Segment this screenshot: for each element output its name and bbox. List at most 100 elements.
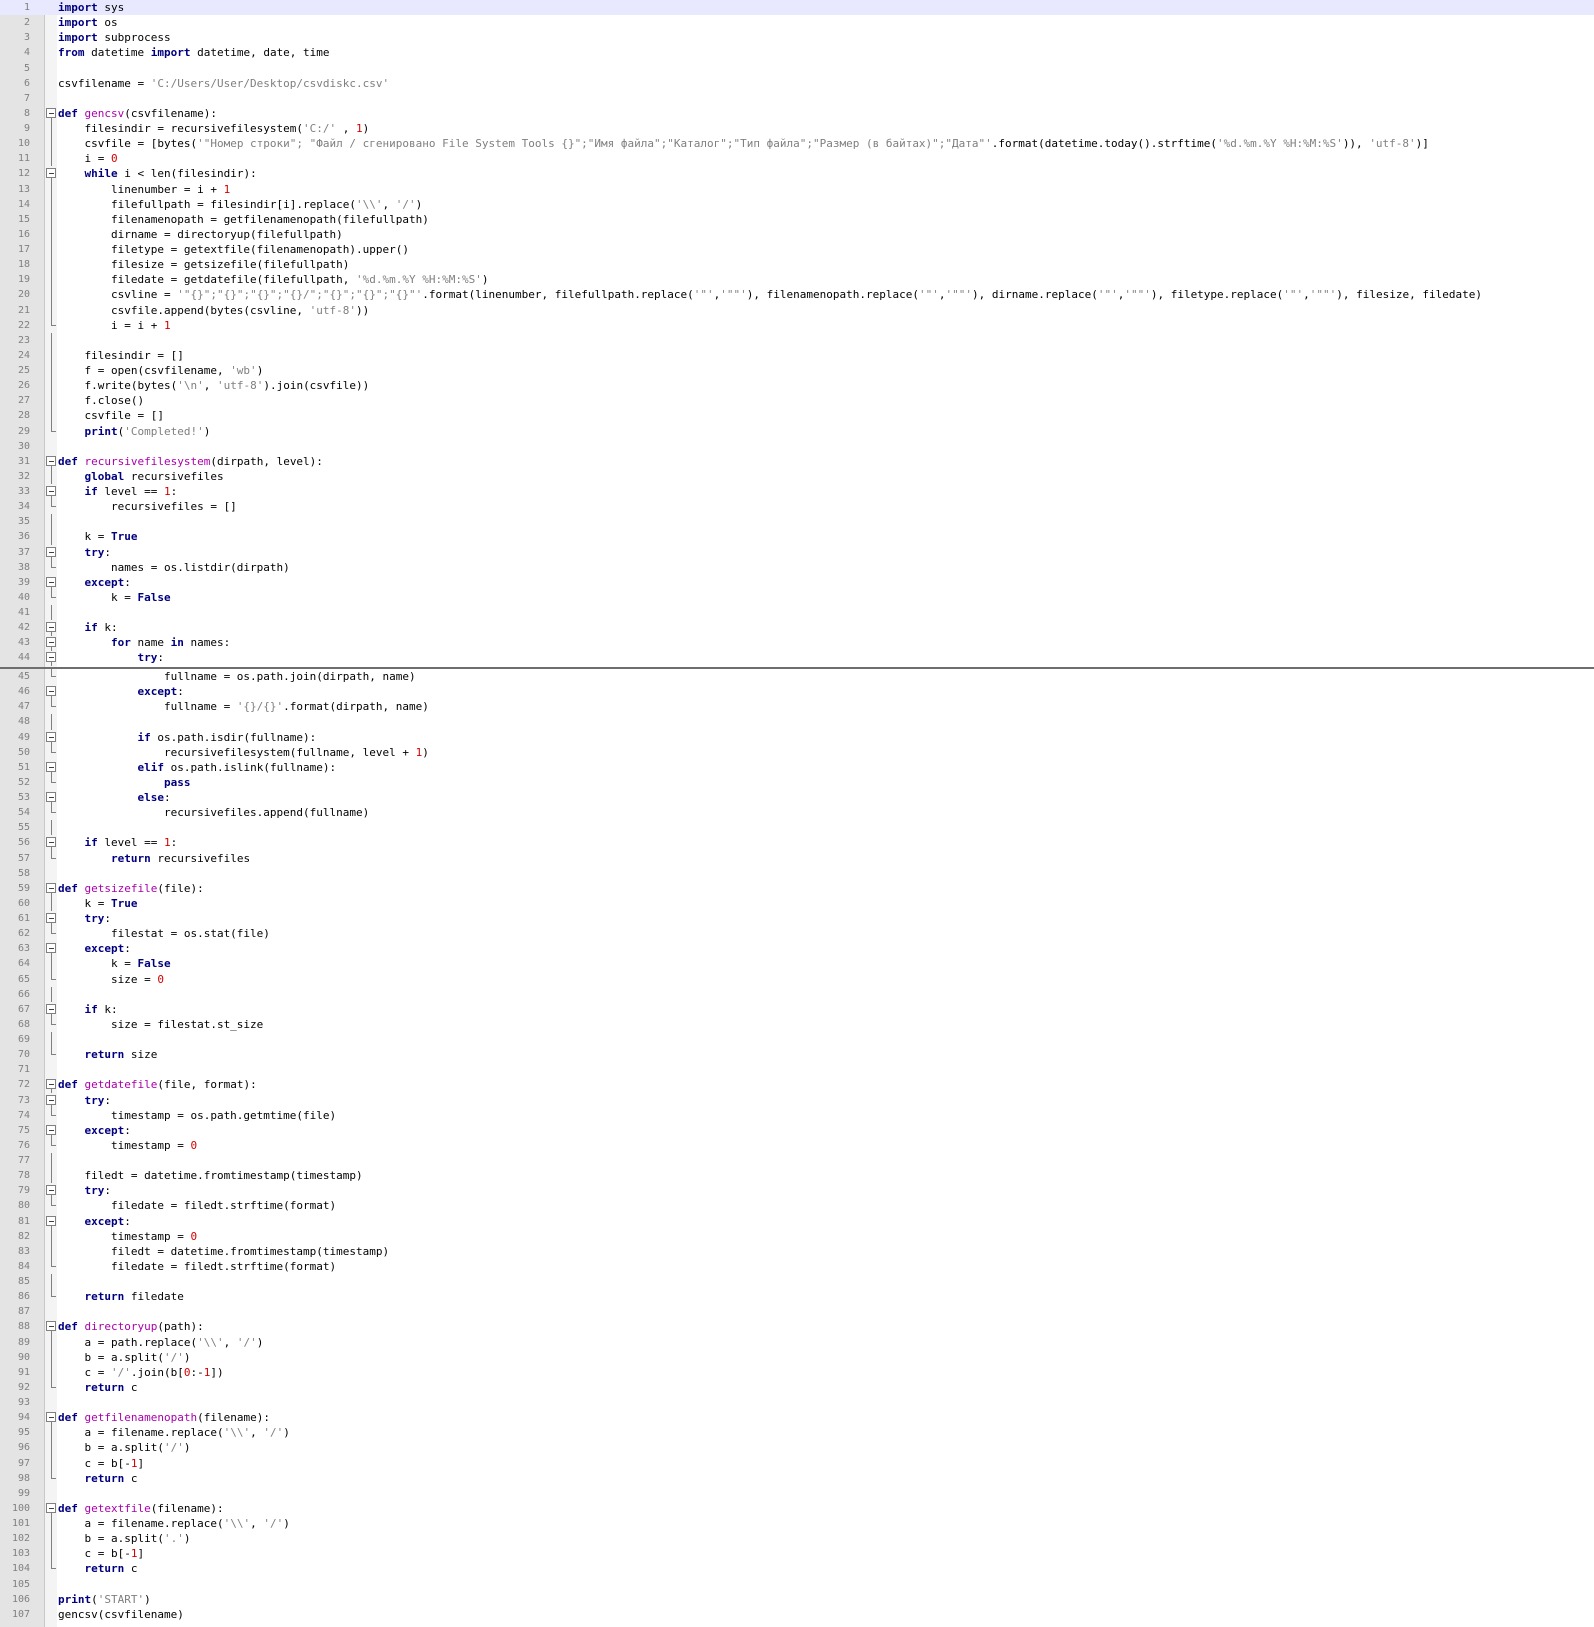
code-line[interactable]: 30 — [0, 439, 1594, 454]
code-line[interactable]: 33 if level == 1: — [0, 484, 1594, 500]
code-line[interactable]: 26 f.write(bytes('\n', 'utf-8').join(csv… — [0, 378, 1594, 394]
code-line[interactable]: 9 filesindir = recursivefilesystem('C:/'… — [0, 121, 1594, 137]
code-line[interactable]: 92 return c — [0, 1379, 1594, 1395]
code-line[interactable]: 28 csvfile = [] — [0, 408, 1594, 424]
code-line[interactable]: 21 csvfile.append(bytes(csvline, 'utf-8'… — [0, 302, 1594, 318]
code-line[interactable]: 77 — [0, 1153, 1594, 1169]
code-line[interactable]: 81 except: — [0, 1214, 1594, 1230]
code-line[interactable]: 44 try: — [0, 650, 1594, 667]
code-line[interactable]: 104 return c — [0, 1561, 1594, 1576]
fold-toggle-icon[interactable] — [46, 650, 56, 667]
code-line[interactable]: 100 def getextfile(filename): — [0, 1501, 1594, 1517]
code-line[interactable]: 64 k = False — [0, 956, 1594, 972]
code-line[interactable]: 76 timestamp = 0 — [0, 1137, 1594, 1153]
code-line[interactable]: 15 filenamenopath = getfilenamenopath(fi… — [0, 211, 1594, 227]
code-line[interactable]: 106 print('START') — [0, 1592, 1594, 1607]
code-line[interactable]: 85 — [0, 1274, 1594, 1290]
code-line[interactable]: 90 b = a.split('/') — [0, 1349, 1594, 1365]
code-line[interactable]: 73 try: — [0, 1093, 1594, 1109]
code-line[interactable]: 84 filedate = filedt.strftime(format) — [0, 1258, 1594, 1274]
code-line[interactable]: 42 if k: — [0, 620, 1594, 637]
editor-pane-top[interactable]: 1 import sys 2 import os 3 import subprocess 4… — [0, 0, 1594, 667]
code-line[interactable]: 25 f = open(csvfilename, 'wb') — [0, 363, 1594, 379]
fold-toggle-icon[interactable] — [46, 620, 56, 637]
code-line[interactable]: 14 filefullpath = filesindir[i].replace(… — [0, 196, 1594, 212]
code-line[interactable]: 29 print('Completed!') — [0, 423, 1594, 439]
code-line[interactable]: 3 import subprocess — [0, 30, 1594, 45]
code-line[interactable]: 11 i = 0 — [0, 151, 1594, 167]
fold-toggle-icon[interactable] — [46, 635, 56, 652]
code-line[interactable]: 46 except: — [0, 684, 1594, 701]
fold-toggle-icon[interactable] — [46, 881, 56, 897]
code-line[interactable]: 83 filedt = datetime.fromtimestamp(times… — [0, 1243, 1594, 1259]
fold-toggle-icon[interactable] — [46, 545, 56, 561]
editor-pane-bottom[interactable]: 45 fullname = os.path.join(dirpath, name… — [0, 669, 1594, 1627]
code-line[interactable]: 32 global recursivefiles — [0, 468, 1594, 484]
code-line[interactable]: 31 def recursivefilesystem(dirpath, level… — [0, 454, 1594, 470]
code-line[interactable]: 27 f.close() — [0, 393, 1594, 409]
code-line[interactable]: 1 import sys — [0, 0, 1594, 16]
code-line[interactable]: 39 except: — [0, 575, 1594, 591]
code-line[interactable]: 71 — [0, 1062, 1594, 1077]
code-line[interactable]: 75 except: — [0, 1123, 1594, 1139]
code-line[interactable]: 7 — [0, 91, 1594, 106]
code-line[interactable]: 18 filesize = getsizefile(filefullpath) — [0, 257, 1594, 273]
code-line[interactable]: 86 return filedate — [0, 1289, 1594, 1304]
code-line[interactable]: 56 if level == 1: — [0, 835, 1594, 852]
code-line[interactable]: 5 — [0, 61, 1594, 76]
code-line[interactable]: 48 — [0, 714, 1594, 730]
code-line[interactable]: 58 — [0, 866, 1594, 881]
fold-toggle-icon[interactable] — [46, 166, 56, 183]
code-line[interactable]: 55 — [0, 820, 1594, 836]
code-line[interactable]: 53 else: — [0, 790, 1594, 806]
code-line[interactable]: 51 elif os.path.islink(fullname): — [0, 760, 1594, 776]
code-line[interactable]: 24 filesindir = [] — [0, 347, 1594, 363]
code-line[interactable]: 105 — [0, 1577, 1594, 1592]
code-line[interactable]: 47 fullname = '{}/{}'.format(dirpath, na… — [0, 699, 1594, 714]
fold-toggle-icon[interactable] — [46, 1077, 56, 1094]
fold-toggle-icon[interactable] — [46, 484, 56, 500]
code-line[interactable]: 66 — [0, 986, 1594, 1002]
code-line[interactable]: 41 — [0, 605, 1594, 621]
code-line[interactable]: 93 — [0, 1395, 1594, 1410]
code-line[interactable]: 88 def directoryup(path): — [0, 1319, 1594, 1336]
code-line[interactable]: 107 gencsv(csvfilename) — [0, 1607, 1594, 1622]
code-line[interactable]: 60 k = True — [0, 895, 1594, 911]
code-line[interactable]: 70 return size — [0, 1047, 1594, 1062]
fold-toggle-icon[interactable] — [46, 1123, 56, 1139]
code-line[interactable]: 74 timestamp = os.path.getmtime(file) — [0, 1107, 1594, 1123]
code-line[interactable]: 61 try: — [0, 911, 1594, 927]
fold-toggle-icon[interactable] — [46, 1093, 56, 1109]
code-line[interactable]: 94 def getfilenamenopath(filename): — [0, 1410, 1594, 1427]
code-line[interactable]: 97 c = b[-1] — [0, 1455, 1594, 1471]
code-line[interactable]: 65 size = 0 — [0, 971, 1594, 987]
fold-toggle-icon[interactable] — [46, 1002, 56, 1018]
code-line[interactable]: 40 k = False — [0, 589, 1594, 605]
code-line[interactable]: 95 a = filename.replace('\\', '/') — [0, 1425, 1594, 1441]
code-line[interactable]: 62 filestat = os.stat(file) — [0, 926, 1594, 941]
fold-toggle-icon[interactable] — [46, 106, 56, 122]
code-line[interactable]: 103 c = b[-1] — [0, 1546, 1594, 1562]
code-line[interactable]: 78 filedt = datetime.fromtimestamp(times… — [0, 1168, 1594, 1184]
code-line[interactable]: 35 — [0, 514, 1594, 530]
fold-toggle-icon[interactable] — [46, 835, 56, 852]
code-line[interactable]: 69 — [0, 1032, 1594, 1048]
code-line[interactable]: 59 def getsizefile(file): — [0, 881, 1594, 897]
code-line[interactable]: 87 — [0, 1304, 1594, 1319]
fold-toggle-icon[interactable] — [46, 790, 56, 806]
code-line[interactable]: 17 filetype = getextfile(filenamenopath)… — [0, 242, 1594, 258]
code-line[interactable]: 80 filedate = filedt.strftime(format) — [0, 1198, 1594, 1213]
fold-toggle-icon[interactable] — [46, 1319, 56, 1336]
code-line[interactable]: 52 pass — [0, 774, 1594, 790]
code-line[interactable]: 34 recursivefiles = [] — [0, 499, 1594, 514]
code-line[interactable]: 50 recursivefilesystem(fullname, level +… — [0, 744, 1594, 760]
code-line[interactable]: 96 b = a.split('/') — [0, 1440, 1594, 1456]
code-line[interactable]: 6 csvfilename = 'C:/Users/User/Desktop/cs… — [0, 76, 1594, 91]
code-line[interactable]: 89 a = path.replace('\\', '/') — [0, 1334, 1594, 1350]
fold-toggle-icon[interactable] — [46, 941, 56, 958]
code-line[interactable]: 68 size = filestat.st_size — [0, 1016, 1594, 1032]
code-line[interactable]: 72 def getdatefile(file, format): — [0, 1077, 1594, 1094]
code-line[interactable]: 63 except: — [0, 941, 1594, 958]
code-line[interactable]: 38 names = os.listdir(dirpath) — [0, 559, 1594, 575]
code-line[interactable]: 8 def gencsv(csvfilename): — [0, 106, 1594, 122]
